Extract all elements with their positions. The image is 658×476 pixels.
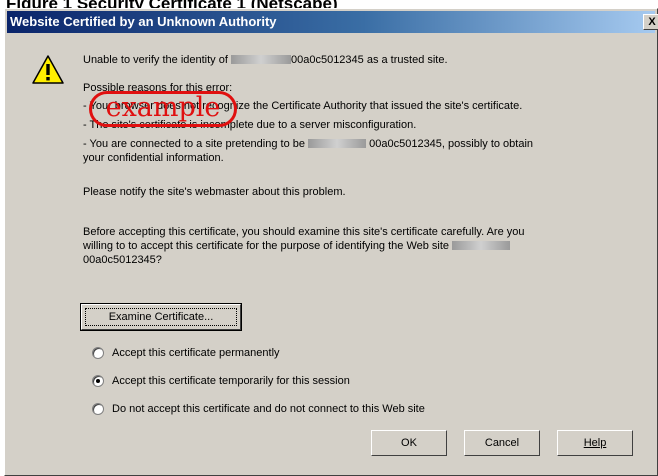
dialog-titlebar: Website Certified by an Unknown Authorit… [7,11,658,33]
before-line-2: willing to to accept this certificate fo… [83,239,511,253]
examine-certificate-label: Examine Certificate... [85,308,237,326]
cancel-button[interactable]: Cancel [464,430,540,456]
redacted-host [308,139,367,148]
redacted-host [452,241,511,250]
notify-text: Please notify the site's webmaster about… [83,186,346,198]
close-icon[interactable]: X [643,14,658,30]
option-label: Accept this certificate temporarily for … [112,375,350,387]
reason-3: - You are connected to a site pretending… [83,137,533,151]
before-line-3: 00a0c5012345? [83,254,162,266]
redacted-host [230,55,291,64]
radio-accept-permanently[interactable] [92,347,104,359]
before-line-1: Before accepting this certificate, you s… [83,226,525,238]
intro-line: Unable to verify the identity of 00a0c50… [83,53,448,67]
intro-prefix: Unable to verify the identity of [83,54,228,66]
intro-suffix: 00a0c5012345 as a trusted site. [290,54,448,66]
ok-button[interactable]: OK [371,430,447,456]
warning-triangle-icon [32,55,64,84]
help-label: Help [583,437,607,449]
radio-do-not-accept[interactable] [92,403,104,415]
reason-3-line2: your confidential information. [83,152,224,164]
help-button[interactable]: Help [557,430,633,456]
dialog-title: Website Certified by an Unknown Authorit… [10,14,277,29]
radio-accept-temporarily[interactable] [92,375,104,387]
reason-3-suffix: 00a0c5012345, possibly to obtain [369,138,534,150]
option-label: Do not accept this certificate and do no… [112,403,425,415]
option-label: Accept this certificate permanently [112,347,280,359]
example-stamp: example [89,91,237,127]
certificate-dialog: Website Certified by an Unknown Authorit… [4,8,658,476]
before-line-2-text: willing to to accept this certificate fo… [83,240,450,252]
examine-certificate-button[interactable]: Examine Certificate... [80,303,242,331]
reason-3-prefix: - You are connected to a site pretending… [83,138,305,150]
